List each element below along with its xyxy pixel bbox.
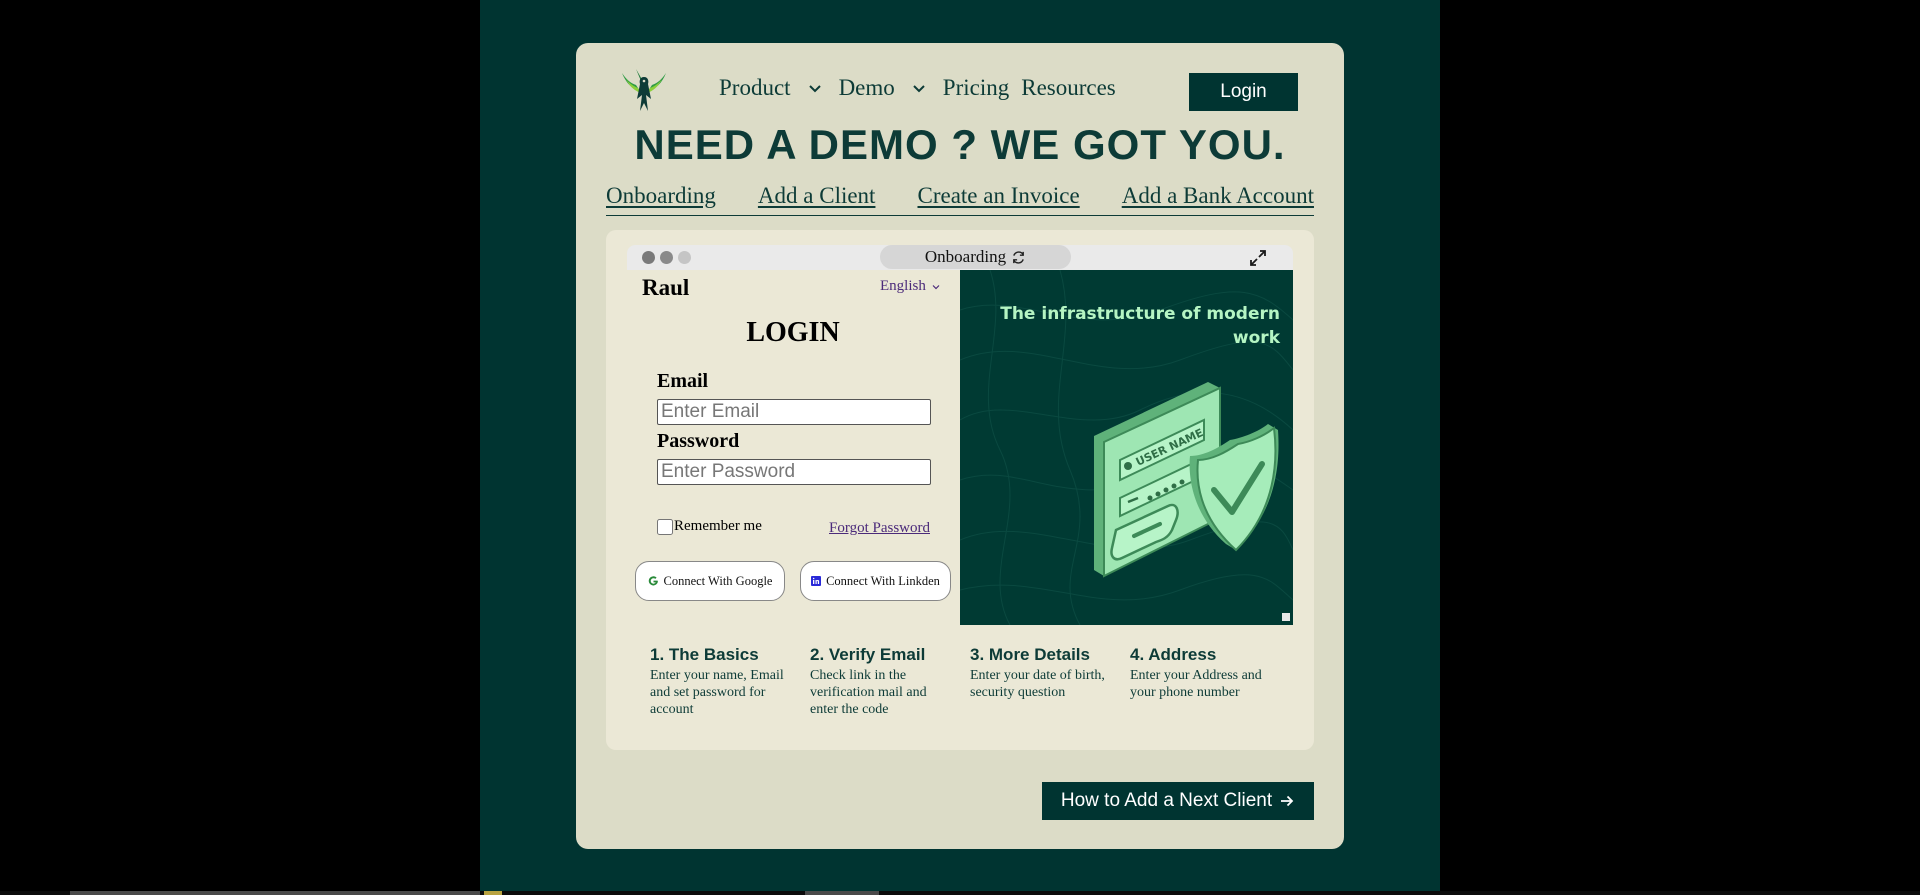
arrow-right-icon bbox=[1281, 795, 1294, 807]
language-label: English bbox=[880, 278, 926, 294]
nav-item-demo[interactable]: Demo bbox=[839, 75, 943, 101]
login-button[interactable]: Login bbox=[1189, 73, 1298, 111]
demo-panel: Onboarding Raul English LOGIN Email Ente… bbox=[606, 230, 1314, 750]
tab-add-client[interactable]: Add a Client bbox=[758, 183, 876, 209]
nav-item-pricing[interactable]: Pricing bbox=[943, 75, 1009, 101]
image-corner-icon bbox=[1282, 613, 1290, 621]
step-description: Check link in the verification mail and … bbox=[810, 668, 927, 717]
refresh-icon[interactable] bbox=[1011, 250, 1026, 265]
password-label: Password bbox=[657, 430, 740, 452]
linkedin-icon bbox=[811, 576, 822, 586]
address-label: Onboarding bbox=[924, 247, 1007, 266]
step-title: 4. Address bbox=[1130, 645, 1217, 664]
page-headline: NEED A DEMO ? WE GOT YOU. bbox=[634, 121, 1286, 168]
promo-pane: The infrastructure of modern work USER N… bbox=[960, 270, 1293, 625]
step-item: 4. Address Enter your Address and your p… bbox=[1130, 645, 1290, 718]
linkedin-connect-label: Connect With Linkden bbox=[826, 573, 940, 588]
email-field[interactable] bbox=[657, 399, 931, 425]
nav-item-label: Resources bbox=[1021, 75, 1116, 100]
nav-item-label: Demo bbox=[838, 75, 895, 100]
horizontal-scrollbar[interactable] bbox=[0, 891, 1920, 895]
chevron-down-icon bbox=[808, 85, 821, 93]
tab-create-invoice[interactable]: Create an Invoice bbox=[917, 183, 1079, 209]
step-item: 1. The Basics Enter your name, Email and… bbox=[650, 645, 810, 718]
forgot-password-link[interactable]: Forgot Password bbox=[829, 520, 930, 537]
login-title: LOGIN bbox=[746, 317, 840, 348]
chevron-down-icon bbox=[913, 85, 925, 93]
next-client-button[interactable]: How to Add a Next Client bbox=[1042, 782, 1314, 820]
remember-me-checkbox[interactable] bbox=[657, 518, 673, 535]
nav-item-label: Product bbox=[719, 75, 791, 100]
main-nav: Product Demo Pricing Resources bbox=[719, 75, 1116, 101]
demo-tabs: Onboarding Add a Client Create an Invoic… bbox=[606, 183, 1314, 216]
step-title: 3. More Details bbox=[970, 645, 1090, 664]
next-client-label: How to Add a Next Client bbox=[1060, 790, 1273, 811]
step-description: Enter your date of birth, security quest… bbox=[970, 668, 1105, 700]
login-form-pane: Raul English LOGIN Email Password Rememb… bbox=[627, 270, 959, 625]
step-item: 3. More Details Enter your date of birth… bbox=[970, 645, 1130, 718]
scrollbar-segment bbox=[805, 891, 879, 895]
window-titlebar: Onboarding bbox=[627, 245, 1293, 270]
step-item: 2. Verify Email Check link in the verifi… bbox=[810, 645, 970, 718]
step-description: Enter your name, Email and set password … bbox=[650, 668, 784, 717]
remember-me[interactable]: Remember me bbox=[657, 518, 762, 535]
demo-card: Product Demo Pricing Resources Login NEE… bbox=[576, 43, 1344, 849]
demo-browser-window: Onboarding Raul English LOGIN Email Ente… bbox=[627, 245, 1293, 735]
step-title: 1. The Basics bbox=[650, 645, 759, 664]
window-dot-icon bbox=[642, 251, 655, 264]
tab-onboarding[interactable]: Onboarding bbox=[606, 183, 716, 209]
linkedin-connect-button[interactable]: Connect With Linkden bbox=[800, 561, 951, 601]
promo-text: The infrastructure of modern work bbox=[1000, 304, 1280, 348]
expand-icon[interactable] bbox=[1248, 248, 1268, 268]
email-label: Email bbox=[657, 370, 709, 392]
address-bar[interactable]: Onboarding bbox=[880, 245, 1071, 269]
onboarding-steps: 1. The Basics Enter your name, Email and… bbox=[650, 645, 1290, 718]
page-stage: Product Demo Pricing Resources Login NEE… bbox=[480, 0, 1440, 895]
window-dot-icon bbox=[678, 251, 691, 264]
login-security-illustration: USER NAME bbox=[1094, 382, 1279, 578]
language-select[interactable]: English bbox=[880, 278, 941, 295]
window-dot-icon bbox=[660, 251, 673, 264]
password-field[interactable] bbox=[657, 459, 931, 485]
app-brand: Raul bbox=[642, 275, 690, 300]
nav-item-resources[interactable]: Resources bbox=[1021, 75, 1116, 101]
step-description: Enter your Address and your phone number bbox=[1130, 668, 1262, 700]
eagle-logo-icon[interactable] bbox=[620, 69, 668, 113]
nav-item-product[interactable]: Product bbox=[719, 75, 839, 101]
google-connect-label: Connect With Google bbox=[663, 573, 773, 588]
remember-me-label: Remember me bbox=[674, 518, 762, 534]
google-connect-button[interactable]: Connect With Google bbox=[635, 561, 785, 601]
scrollbar-marker bbox=[484, 891, 502, 895]
scrollbar-thumb[interactable] bbox=[70, 891, 480, 895]
nav-item-label: Pricing bbox=[942, 75, 1010, 100]
tab-add-bank-account[interactable]: Add a Bank Account bbox=[1122, 183, 1314, 209]
step-title: 2. Verify Email bbox=[810, 645, 926, 664]
chevron-down-icon bbox=[932, 284, 940, 289]
google-icon bbox=[648, 575, 659, 587]
